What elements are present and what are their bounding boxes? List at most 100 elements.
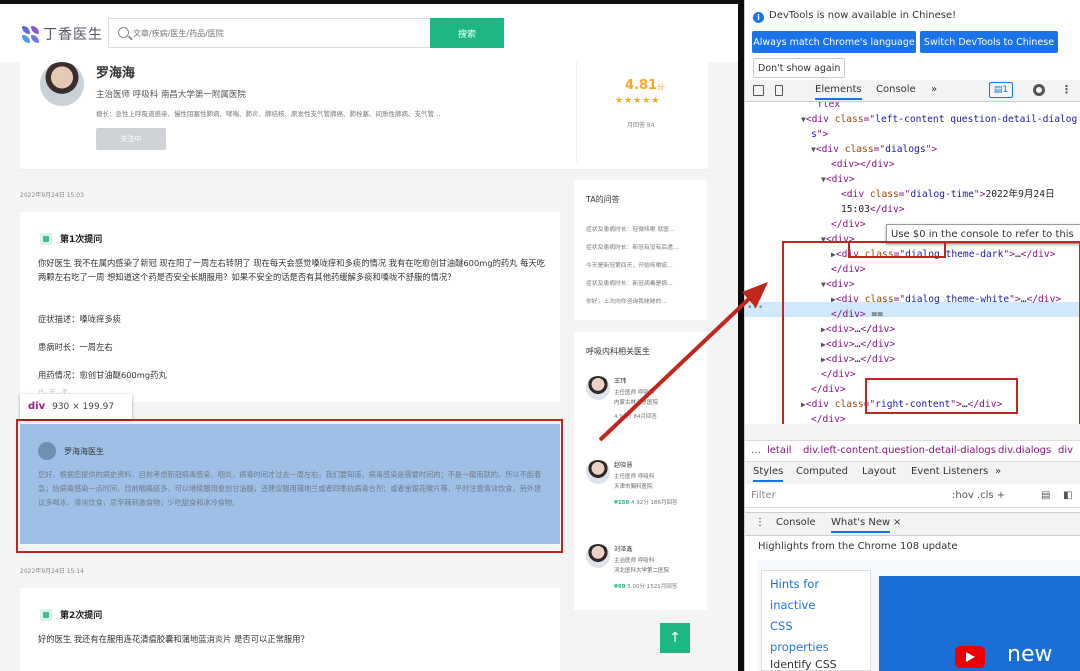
question-symptom: 症状描述：嗓咙痒多痰 xyxy=(38,314,121,324)
dont-show-again-button[interactable]: Don't show again xyxy=(753,58,846,78)
whats-new-video[interactable]: new xyxy=(879,576,1080,671)
play-icon[interactable] xyxy=(955,646,985,668)
dialog-time: 2022年9月24日 15:14 xyxy=(20,568,84,575)
gear-icon[interactable] xyxy=(1033,84,1045,96)
close-icon[interactable]: × xyxy=(893,517,901,528)
filter-tools[interactable]: :hov .cls + xyxy=(952,490,1005,501)
search-box xyxy=(108,18,430,48)
question-label: 第2次提问 xyxy=(60,611,103,621)
dom-tree-line[interactable]: <div></div> xyxy=(831,157,895,172)
breadcrumb-item[interactable]: div.dialogs xyxy=(998,445,1051,456)
tab-styles[interactable]: Styles xyxy=(753,466,784,482)
question-header: 第2次提问 xyxy=(40,608,102,621)
related-doctor-title: 主任医师 呼吸科 xyxy=(614,390,655,396)
webpage-panel: 丁香医生 搜索 罗海海 主治医师 呼吸科 南昌大学第一附属医院 擅长：急性上呼吸… xyxy=(0,0,738,671)
dom-breadcrumb: … letail div.left-content.question-detai… xyxy=(745,440,1080,462)
annotation-box-theme-white xyxy=(865,378,1018,414)
filter-input[interactable]: Filter xyxy=(751,490,776,501)
sidebar-qa-item[interactable]: 症状及患病时长：新冠有没有后遗… xyxy=(586,242,698,251)
switch-chinese-button[interactable]: Switch DevTools to Chinese xyxy=(920,31,1058,53)
devtools-tabbar: Elements Console » ▤ 1 ⋮ xyxy=(745,80,1080,102)
related-doctor-stats: ¥69 5.00分 1521月回答 xyxy=(614,584,678,590)
whats-new-content: Hints for inactive CSS properties Identi… xyxy=(757,560,1080,671)
dom-tree-line[interactable]: ▼<div class="dialogs"> xyxy=(811,142,937,157)
sidebar-qa-item[interactable]: 症状及患病时长：新冠病毒是病… xyxy=(586,278,698,287)
related-doctor-avatar xyxy=(586,460,610,484)
tab-console[interactable]: Console xyxy=(876,84,916,95)
sidebar-qa-item[interactable]: 今天是新冠第四天，开始咳嗽痰… xyxy=(586,260,698,269)
related-doctor-name: 刘泽鑫 xyxy=(614,546,633,553)
more-options-icon[interactable]: ⋮ xyxy=(1061,83,1072,96)
dom-tree-line[interactable]: flex xyxy=(817,102,840,112)
match-language-button[interactable]: Always match Chrome's language xyxy=(752,31,916,53)
sidebar-toggle-icon[interactable]: ◧ xyxy=(1063,490,1072,501)
related-doctor-avatar xyxy=(586,544,610,568)
feature-link-card[interactable]: Hints for inactive CSS properties Identi… xyxy=(761,570,871,671)
tab-layout[interactable]: Layout xyxy=(862,466,896,477)
related-doctor-avatar xyxy=(586,376,610,400)
devtools-panel: i DevTools is now available in Chinese! … xyxy=(744,0,1080,671)
related-doctor[interactable]: 赵晓慧 主任医师 呼吸科 天津市胸科医院 ¥159 4.92分 186月回答 xyxy=(586,460,704,530)
flower-logo-icon xyxy=(22,25,39,43)
follow-button[interactable]: 关注中 xyxy=(96,128,166,150)
question-icon xyxy=(40,608,52,621)
related-doctor-hospital: 河北医科大学第二医院 xyxy=(614,568,670,574)
inspect-cursor-icon[interactable] xyxy=(753,85,764,96)
whats-new-heading: Highlights from the Chrome 108 update xyxy=(758,541,958,552)
related-doctor-hospital: 内蒙古林业总医院 xyxy=(614,400,659,406)
dom-tree-line[interactable]: </div> xyxy=(831,217,866,232)
site-logo-text: 丁香医生 xyxy=(43,27,103,43)
drawer-tab-whats-new[interactable]: What's New xyxy=(831,517,891,533)
device-toolbar-icon[interactable] xyxy=(775,85,783,96)
tab-more[interactable]: » xyxy=(931,84,937,95)
related-doctor-hospital: 天津市胸科医院 xyxy=(614,484,653,490)
more-drawer-icon[interactable]: ⋮ xyxy=(755,517,765,528)
feature-link-line: CSS xyxy=(770,619,793,633)
related-doctor-stats: ¥159 4.92分 186月回答 xyxy=(614,500,678,506)
tab-computed[interactable]: Computed xyxy=(796,466,848,477)
question-body: 你好医生 我不在属内感染了新冠 现在阳了一周左右转阴了 现在每天会感觉嗓咙痒和多… xyxy=(38,258,546,282)
dom-tree-line[interactable]: <div class="dialog-time">2022年9月24日 xyxy=(841,187,1055,202)
question-label: 第1次提问 xyxy=(60,235,103,245)
inspector-size-tooltip: div 930 × 199.97 xyxy=(20,394,132,419)
dialog-time: 2022年9月24日 15:03 xyxy=(20,192,84,199)
dom-tree-line[interactable]: s"> xyxy=(811,127,828,142)
feature-subtitle: Identify CSS xyxy=(770,658,837,671)
site-logo[interactable]: 丁香医生 xyxy=(22,24,103,44)
tab-elements[interactable]: Elements xyxy=(815,84,862,100)
tab-event-listeners[interactable]: Event Listeners xyxy=(911,466,988,477)
site-header: 丁香医生 搜索 xyxy=(0,0,738,62)
breadcrumb-item[interactable]: letail xyxy=(767,445,792,456)
back-to-top-button[interactable]: ↑ xyxy=(660,623,690,653)
doctor-avatar xyxy=(40,62,84,106)
styles-filter-bar: Filter :hov .cls + ▤ ◧ xyxy=(745,484,1080,508)
sidebar-qa-item[interactable]: 症状及患病时长：轻微咳嗽 就医… xyxy=(586,224,698,233)
search-input[interactable] xyxy=(133,19,423,47)
rating-stars: ★★★★★ xyxy=(615,96,661,106)
dom-tree-line[interactable]: 15:03</div> xyxy=(841,202,905,217)
related-doctor[interactable]: 刘泽鑫 主治医师 呼吸科 河北医科大学第二医院 ¥69 5.00分 1521月回… xyxy=(586,544,704,614)
node-ellipsis: ••• xyxy=(747,303,764,313)
dom-tree-line[interactable]: ▼<div class="left-content question-detai… xyxy=(801,112,1077,127)
sidebar-qa-item[interactable]: 你好，上次向你咨询我姥姥的… xyxy=(586,296,698,305)
feature-link-line: Hints for xyxy=(770,577,820,591)
screenshot-root: 丁香医生 搜索 罗海海 主治医师 呼吸科 南昌大学第一附属医院 擅长：急性上呼吸… xyxy=(0,0,1080,671)
tab-more-styles[interactable]: » xyxy=(995,466,1001,477)
breadcrumb-item[interactable]: div.left-content.question-detail-dialogs xyxy=(803,445,996,456)
drawer-tab-console[interactable]: Console xyxy=(776,517,816,528)
search-button[interactable]: 搜索 xyxy=(430,18,504,48)
breadcrumb-item[interactable]: div xyxy=(1058,445,1073,456)
related-doctor-title: 主治医师 呼吸科 xyxy=(614,558,655,564)
related-doctor-title: 主任医师 呼吸科 xyxy=(614,474,655,480)
sidebar-qa-card: TA的问答 症状及患病时长：轻微咳嗽 就医… 症状及患病时长：新冠有没有后遗… … xyxy=(574,180,707,320)
horizontal-scrollbar[interactable] xyxy=(745,424,1080,440)
dom-tree-line[interactable]: ▼<div> xyxy=(821,172,855,187)
sidebar-related-title: 呼吸内科相关医生 xyxy=(586,347,650,356)
paint-icon[interactable]: ▤ xyxy=(1041,490,1050,501)
breadcrumb-item[interactable]: … xyxy=(751,445,761,456)
issues-badge[interactable]: ▤ 1 xyxy=(989,82,1013,98)
related-doctor[interactable]: 王玮 主任医师 呼吸科 内蒙古林业总医院 4.96分 84月回答 xyxy=(586,376,704,446)
rating-score: 4.81分 xyxy=(625,78,665,93)
doctor-rating: 4.81分 ★★★★★ 月回答 84 xyxy=(576,62,708,162)
related-doctor-name: 王玮 xyxy=(614,378,627,385)
